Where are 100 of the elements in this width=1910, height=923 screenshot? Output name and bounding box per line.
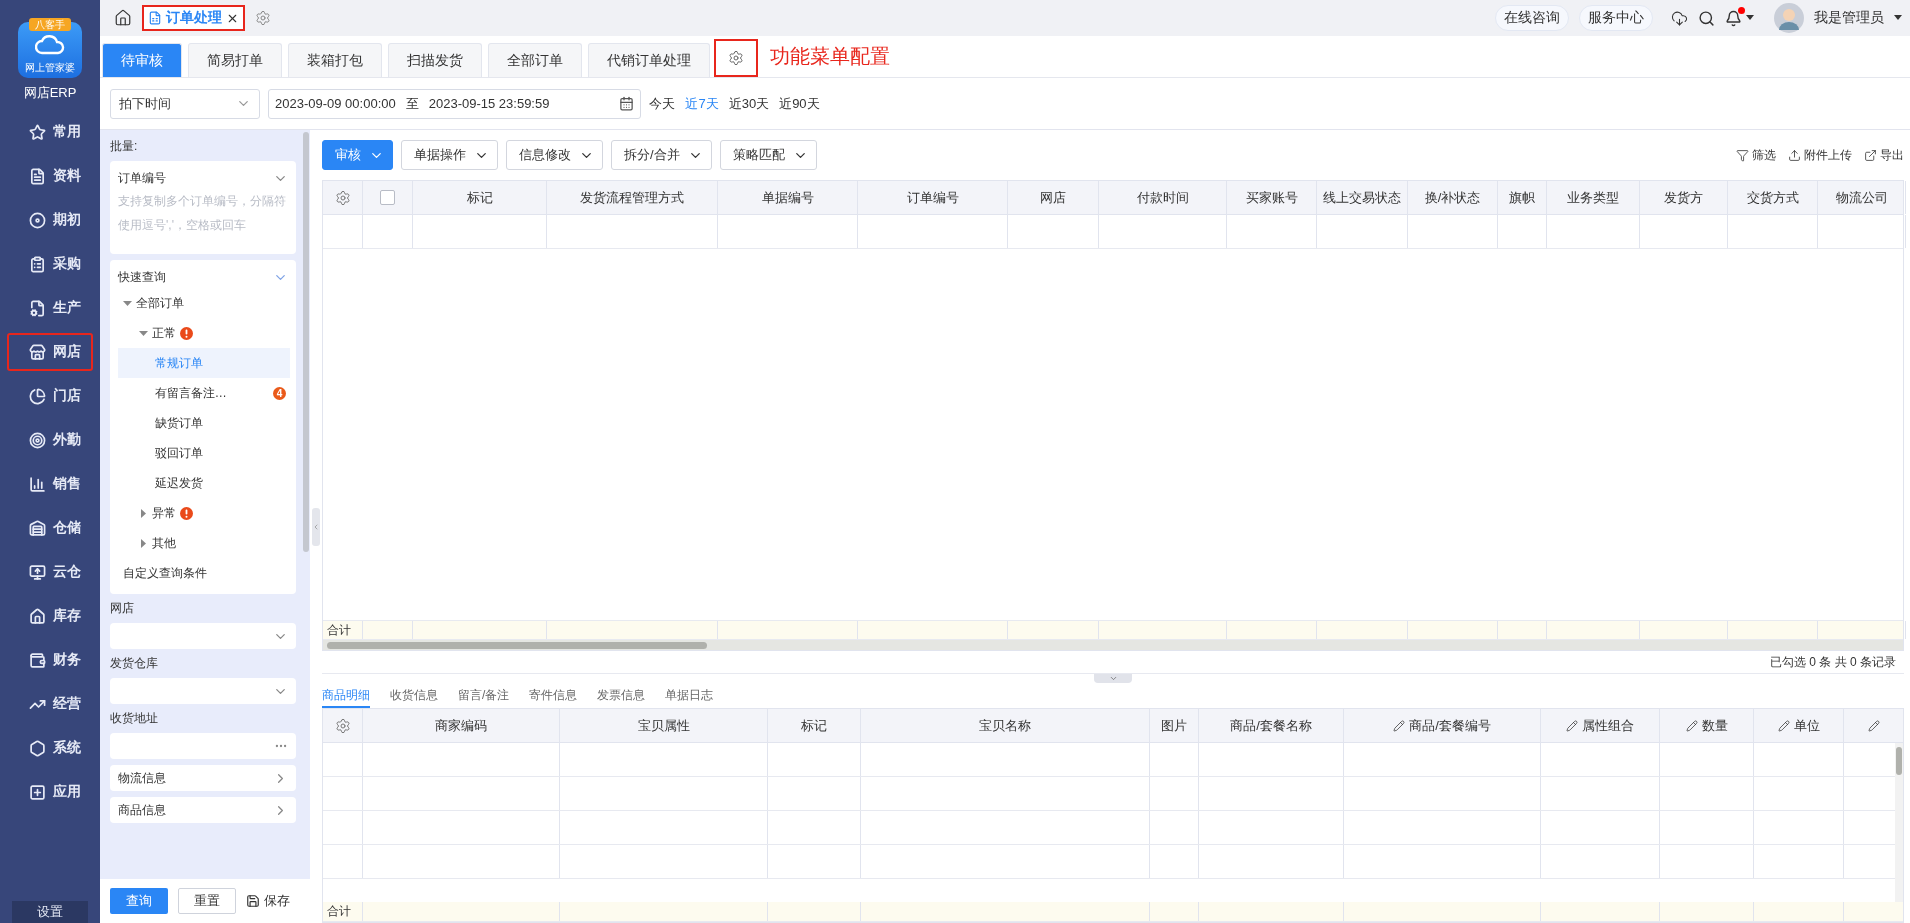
detail-tab[interactable]: 留言/备注 xyxy=(458,685,510,708)
column-header[interactable]: 发货流程管理方式 xyxy=(547,181,718,214)
column-header[interactable]: 宝贝名称 xyxy=(861,709,1150,742)
sidebar-item[interactable]: 外勤 xyxy=(7,421,93,459)
detail-tab[interactable]: 单据日志 xyxy=(665,685,714,708)
column-header[interactable]: 旗帜 xyxy=(1498,181,1547,214)
column-header[interactable]: 付款时间 xyxy=(1099,181,1227,214)
tree-item[interactable]: 驳回订单 xyxy=(118,438,290,468)
calendar-icon[interactable] xyxy=(619,96,635,111)
quick-query-header[interactable]: 快速查询 xyxy=(118,266,288,288)
select-all-checkbox[interactable] xyxy=(380,190,395,205)
settings-button[interactable]: 设置 xyxy=(12,901,88,923)
sidebar-item[interactable]: 网店 xyxy=(7,333,93,371)
sidebar-item[interactable]: 资料 xyxy=(7,157,93,195)
column-header[interactable]: 单位 xyxy=(1754,709,1844,742)
column-header[interactable]: 业务类型 xyxy=(1547,181,1640,214)
sidebar-item[interactable]: 门店 xyxy=(7,377,93,415)
column-header[interactable]: 数量 xyxy=(1660,709,1754,742)
tree-item[interactable]: 延迟发货 xyxy=(118,468,290,498)
caret-icon[interactable] xyxy=(1894,15,1902,21)
function-tab[interactable]: 扫描发货 xyxy=(388,43,482,77)
scrollbar-thumb[interactable] xyxy=(327,641,707,649)
cloud-download-icon[interactable] xyxy=(1671,9,1688,27)
caret-icon[interactable] xyxy=(1746,15,1754,21)
collapse-handle[interactable] xyxy=(312,507,320,546)
column-header[interactable]: 单据编号 xyxy=(718,181,858,214)
date-range-link[interactable]: 近7天 xyxy=(685,94,719,113)
column-header[interactable]: 商品/套餐名称 xyxy=(1199,709,1344,742)
tree-item[interactable]: 全部订单 xyxy=(118,288,290,318)
column-header[interactable]: 发货方 xyxy=(1640,181,1728,214)
toolbar-action-link[interactable]: 附件上传 xyxy=(1788,146,1852,164)
settings-icon[interactable] xyxy=(334,717,351,734)
select-field[interactable] xyxy=(110,678,296,704)
query-button[interactable]: 查询 xyxy=(110,888,168,914)
header-button[interactable]: 服务中心 xyxy=(1579,5,1653,31)
column-header[interactable]: 标记 xyxy=(768,709,861,742)
header-button[interactable]: 在线咨询 xyxy=(1495,5,1569,31)
reset-button[interactable]: 重置 xyxy=(178,888,236,914)
column-header[interactable]: 网店 xyxy=(1008,181,1099,214)
sidebar-item[interactable]: 库存 xyxy=(7,597,93,635)
tree-item[interactable]: 正常 xyxy=(118,318,290,348)
address-field[interactable] xyxy=(110,733,296,759)
date-range-link[interactable]: 近90天 xyxy=(779,94,820,113)
expand-handle[interactable] xyxy=(1094,674,1132,683)
tree-item[interactable]: 自定义查询条件 xyxy=(118,558,290,588)
menu-config-button[interactable] xyxy=(714,39,758,77)
batch-type-select[interactable]: 订单编号 xyxy=(118,167,288,189)
toolbar-action-link[interactable]: 筛选 xyxy=(1736,146,1776,164)
sidebar-item[interactable]: 应用 xyxy=(7,773,93,811)
detail-tab[interactable]: 寄件信息 xyxy=(529,685,578,708)
sidebar-item[interactable]: 生产 xyxy=(7,289,93,327)
date-range-field[interactable]: 2023-09-09 00:00:00 至 2023-09-15 23:59:59 xyxy=(268,88,642,119)
detail-tab[interactable]: 收货信息 xyxy=(390,685,438,708)
column-header[interactable]: 标记 xyxy=(413,181,547,214)
sidebar-item[interactable]: 采购 xyxy=(7,245,93,283)
sidebar-item[interactable]: 经营 xyxy=(7,685,93,723)
tree-item[interactable]: 缺货订单 xyxy=(118,408,290,438)
column-header[interactable]: 订单编号 xyxy=(858,181,1008,214)
scrollbar-thumb[interactable] xyxy=(303,132,309,552)
sidebar-item[interactable]: 财务 xyxy=(7,641,93,679)
function-tab[interactable]: 待审核 xyxy=(102,43,182,77)
user-name[interactable]: 我是管理员 xyxy=(1814,9,1884,27)
toolbar-dropdown-button[interactable]: 信息修改 xyxy=(506,140,603,170)
sidebar-item[interactable]: 常用 xyxy=(7,113,93,151)
bell-icon[interactable] xyxy=(1725,9,1742,27)
column-header[interactable]: 图片 xyxy=(1150,709,1199,742)
toolbar-dropdown-button[interactable]: 单据操作 xyxy=(401,140,498,170)
function-tab[interactable]: 全部订单 xyxy=(488,43,582,77)
page-tab[interactable]: 订单处理 xyxy=(142,5,245,31)
tree-item[interactable]: 有留言备注… 4 xyxy=(118,378,290,408)
date-range-link[interactable]: 今天 xyxy=(649,94,676,113)
function-tab[interactable]: 简易打单 xyxy=(188,43,282,77)
home-icon[interactable] xyxy=(114,9,132,27)
column-header[interactable]: 买家账号 xyxy=(1227,181,1317,214)
toolbar-dropdown-button[interactable]: 拆分/合并 xyxy=(611,140,712,170)
toolbar-dropdown-button[interactable]: 审核 xyxy=(322,140,393,170)
sidebar-item[interactable]: 系统 xyxy=(7,729,93,767)
column-header[interactable]: 物流公司 xyxy=(1818,181,1906,214)
date-range-link[interactable]: 近30天 xyxy=(728,94,770,113)
toolbar-action-link[interactable]: 导出 xyxy=(1864,146,1904,164)
avatar[interactable] xyxy=(1774,3,1804,33)
tree-item[interactable]: 其他 xyxy=(118,528,290,558)
column-header[interactable]: 交货方式 xyxy=(1728,181,1818,214)
column-header[interactable]: 商品/套餐编号 xyxy=(1344,709,1541,742)
settings-icon[interactable] xyxy=(255,10,271,26)
column-header[interactable]: 换/补状态 xyxy=(1408,181,1498,214)
column-header[interactable]: 属性组合 xyxy=(1541,709,1660,742)
sidebar-item[interactable]: 仓储 xyxy=(7,509,93,547)
sidebar-item[interactable]: 销售 xyxy=(7,465,93,503)
settings-icon[interactable] xyxy=(334,189,351,206)
time-field-select[interactable]: 拍下时间 xyxy=(110,88,260,119)
function-tab[interactable]: 代销订单处理 xyxy=(588,43,710,77)
function-tab[interactable]: 装箱打包 xyxy=(288,43,382,77)
tree-item[interactable]: 异常 xyxy=(118,498,290,528)
section-link[interactable]: 物流信息 xyxy=(110,765,296,791)
select-field[interactable] xyxy=(110,623,296,649)
search-icon[interactable] xyxy=(1698,9,1715,27)
sidebar-item[interactable]: 云仓 xyxy=(7,553,93,591)
scrollbar-thumb[interactable] xyxy=(1896,747,1902,775)
column-header[interactable]: 商家编码 xyxy=(363,709,560,742)
